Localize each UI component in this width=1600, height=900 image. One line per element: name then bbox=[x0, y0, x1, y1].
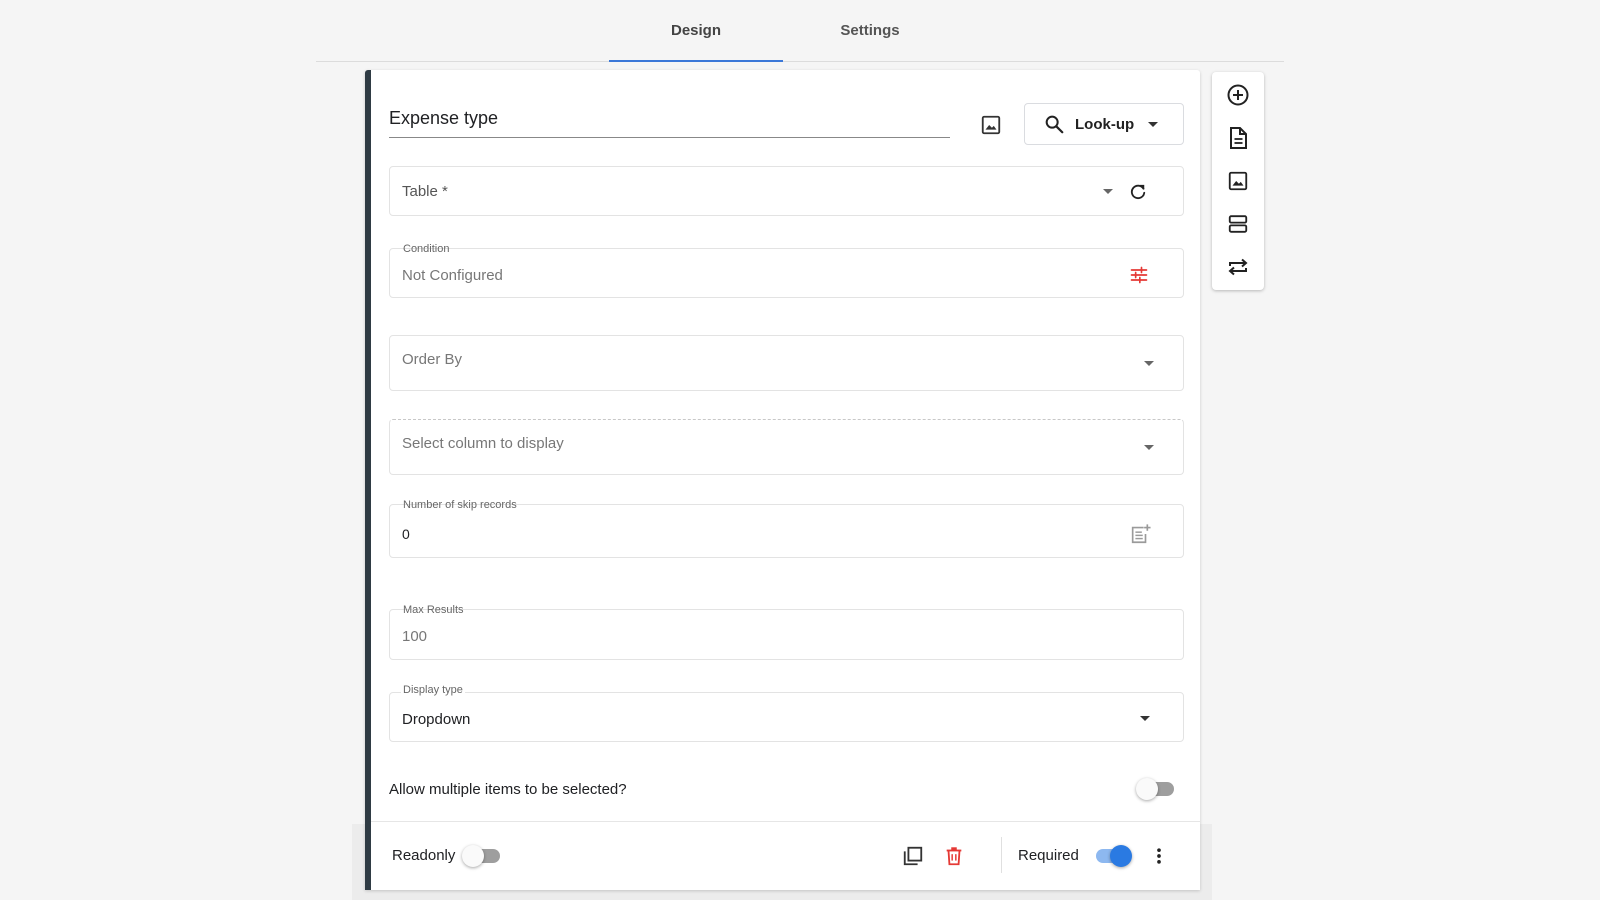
chevron-down-icon bbox=[1144, 445, 1154, 450]
readonly-toggle[interactable] bbox=[462, 845, 500, 867]
document-icon bbox=[1230, 127, 1247, 149]
column-select-placeholder: Select column to display bbox=[402, 435, 564, 452]
copy-icon bbox=[903, 846, 923, 866]
display-type-value: Dropdown bbox=[402, 711, 471, 728]
order-by-select[interactable]: Order By bbox=[389, 335, 1184, 391]
condition-value: Not Configured bbox=[402, 267, 503, 284]
side-toolbar bbox=[1212, 72, 1264, 290]
add-image-tool-button[interactable] bbox=[1225, 168, 1251, 194]
required-toggle[interactable] bbox=[1092, 845, 1132, 867]
question-title-input[interactable]: Expense type bbox=[389, 104, 950, 138]
delete-button[interactable] bbox=[940, 842, 968, 870]
tab-design[interactable]: Design bbox=[609, 0, 783, 62]
max-results-label: Max Results bbox=[403, 604, 464, 616]
tab-bar: Design Settings bbox=[316, 0, 1284, 62]
image-icon bbox=[981, 115, 1001, 135]
max-results-value: 100 bbox=[402, 628, 428, 645]
add-repeat-button[interactable] bbox=[1225, 254, 1251, 280]
more-options-button[interactable] bbox=[1146, 843, 1172, 869]
question-type-dropdown[interactable]: Look-up bbox=[1024, 103, 1184, 145]
duplicate-button[interactable] bbox=[899, 842, 927, 870]
footer-divider bbox=[1001, 837, 1002, 873]
add-circle-icon bbox=[1227, 84, 1249, 106]
swap-icon bbox=[1228, 258, 1248, 276]
table-select[interactable]: Table * bbox=[389, 166, 1184, 216]
readonly-label: Readonly bbox=[392, 847, 456, 864]
configure-condition-button[interactable] bbox=[1127, 263, 1151, 287]
skip-records-value: 0 bbox=[402, 526, 410, 542]
question-footer: Readonly Required bbox=[371, 821, 1200, 890]
required-label: Required bbox=[1018, 847, 1079, 864]
post-add-icon bbox=[1131, 524, 1151, 544]
add-text-button[interactable] bbox=[1225, 125, 1251, 151]
add-question-button[interactable] bbox=[1225, 82, 1251, 108]
trash-icon bbox=[946, 847, 962, 866]
chevron-down-icon bbox=[1148, 121, 1159, 127]
skip-records-input[interactable]: Number of skip records 0 bbox=[389, 499, 1184, 558]
allow-multiple-toggle[interactable] bbox=[1136, 778, 1174, 800]
allow-multiple-label: Allow multiple items to be selected? bbox=[389, 781, 627, 798]
add-section-button[interactable] bbox=[1225, 211, 1251, 237]
tune-icon bbox=[1130, 266, 1148, 284]
chevron-down-icon bbox=[1144, 361, 1154, 366]
image-icon bbox=[1228, 171, 1248, 191]
chevron-down-icon bbox=[1140, 716, 1150, 721]
condition-field[interactable]: Condition Not Configured bbox=[389, 243, 1184, 298]
refresh-icon bbox=[1130, 184, 1146, 200]
search-icon bbox=[1045, 115, 1064, 134]
condition-label: Condition bbox=[403, 243, 450, 255]
skip-records-label: Number of skip records bbox=[403, 499, 517, 511]
refresh-button[interactable] bbox=[1125, 179, 1151, 205]
section-icon bbox=[1228, 215, 1248, 233]
insert-variable-button[interactable] bbox=[1127, 521, 1153, 547]
tab-settings[interactable]: Settings bbox=[783, 0, 957, 61]
order-by-placeholder: Order By bbox=[402, 351, 463, 368]
column-select[interactable]: Select column to display bbox=[389, 419, 1184, 475]
allow-multiple-row: Allow multiple items to be selected? bbox=[389, 778, 1184, 804]
question-type-label: Look-up bbox=[1075, 115, 1135, 133]
add-image-button[interactable] bbox=[978, 112, 1004, 138]
display-type-select[interactable]: Display type Dropdown bbox=[389, 684, 1184, 742]
chevron-down-icon bbox=[1103, 189, 1113, 194]
table-select-label: Table * bbox=[402, 183, 448, 200]
max-results-input[interactable]: Max Results 100 bbox=[389, 604, 1184, 660]
display-type-label: Display type bbox=[401, 684, 465, 696]
question-card: Expense type Look-up Table * Condition N… bbox=[365, 70, 1200, 890]
more-vert-icon bbox=[1157, 848, 1161, 864]
